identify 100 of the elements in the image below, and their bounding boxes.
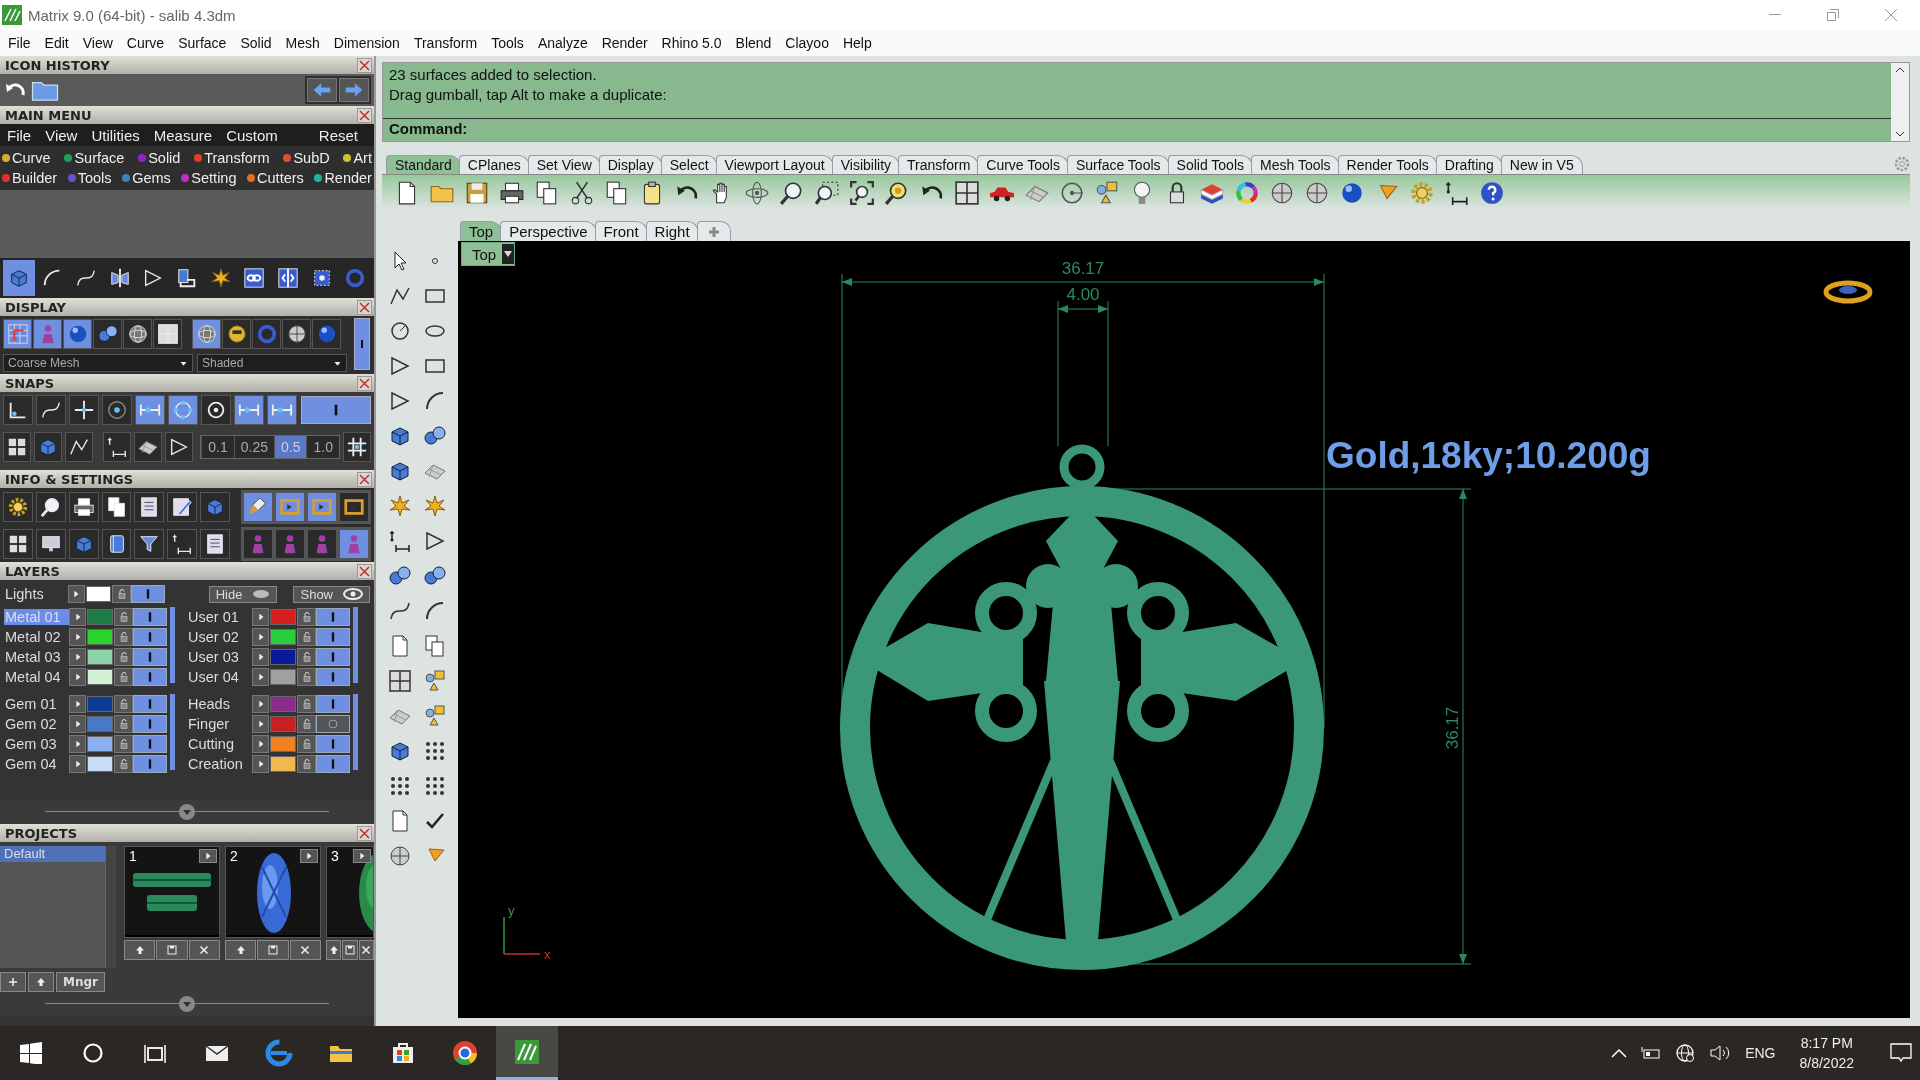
display-mode-dropdown[interactable]: Shaded bbox=[197, 354, 347, 372]
menu-item[interactable]: Utilities bbox=[84, 126, 147, 144]
category-item[interactable]: Cutters bbox=[247, 170, 304, 186]
toolbar-tab[interactable]: Surface Tools bbox=[1067, 155, 1170, 174]
layer-name[interactable]: User 04 bbox=[187, 669, 252, 685]
category-item[interactable]: Tools bbox=[67, 170, 112, 186]
toolbar-tab[interactable]: Viewport Layout bbox=[715, 155, 834, 174]
category-item[interactable]: Surface bbox=[64, 150, 125, 166]
axis-label: y bbox=[508, 903, 515, 918]
toolbar-tab[interactable]: Mesh Tools bbox=[1251, 155, 1340, 174]
mesh-dropdown[interactable]: Coarse Mesh bbox=[3, 354, 193, 372]
view-menu-button[interactable]: Top bbox=[461, 242, 516, 266]
viewport-tab[interactable]: Perspective bbox=[500, 221, 597, 241]
menu-item[interactable]: Mesh bbox=[278, 35, 327, 51]
menu-item[interactable]: Clayoo bbox=[778, 35, 836, 51]
toolbar-tab[interactable]: Transform bbox=[898, 155, 980, 174]
menu-item[interactable]: File bbox=[0, 126, 39, 144]
category-item[interactable]: Setting bbox=[181, 170, 237, 186]
toolbar-tab[interactable]: Curve Tools bbox=[977, 155, 1069, 174]
menu-item[interactable]: Tools bbox=[484, 35, 531, 51]
menu-item[interactable]: Blend bbox=[728, 35, 779, 51]
toolbar-tab[interactable]: Drafting bbox=[1435, 155, 1503, 174]
toolbar-tab[interactable]: Render Tools bbox=[1337, 155, 1438, 174]
panel-title: SNAPS bbox=[5, 375, 55, 391]
category-item[interactable]: Gems bbox=[122, 170, 171, 186]
menu-item[interactable]: File bbox=[1, 35, 38, 51]
command-history: 23 surfaces added to selection. Drag gumball, tap Alt to make a duplicate: bbox=[383, 63, 1891, 119]
layer-name[interactable]: Cutting bbox=[187, 736, 252, 752]
viewport-canvas[interactable]: 36.17 4.00 36.17 y x Top Gold,18ky;10.200g bbox=[458, 241, 1910, 1018]
layer-name[interactable]: Metal 03 bbox=[4, 649, 69, 665]
toolbar-tab[interactable]: New in V5 bbox=[1500, 155, 1583, 174]
dimension-label: 36.17 bbox=[1443, 706, 1462, 750]
step-option[interactable]: 1.0 bbox=[306, 436, 339, 458]
panel-title: ICON HISTORY bbox=[5, 57, 110, 73]
layer-name[interactable]: User 02 bbox=[187, 629, 252, 645]
category-item[interactable]: Builder bbox=[2, 170, 58, 186]
annotation-text: Gold,18ky;10.200g bbox=[1326, 435, 1651, 477]
viewport-tab[interactable]: Right bbox=[645, 221, 699, 241]
toolbar-tab[interactable]: Display bbox=[598, 155, 663, 174]
menu-item[interactable]: Rhino 5.0 bbox=[654, 35, 729, 51]
viewport-tab[interactable]: Top bbox=[460, 221, 503, 241]
toolbar-tab[interactable]: Visibility bbox=[831, 155, 901, 174]
layer-name[interactable]: User 03 bbox=[187, 649, 252, 665]
layer-name[interactable]: Heads bbox=[187, 696, 252, 712]
menu-item[interactable]: View bbox=[75, 35, 120, 51]
toolbar-tab[interactable]: Select bbox=[660, 155, 718, 174]
layer-name[interactable]: Creation bbox=[187, 756, 252, 772]
category-item[interactable]: Solid bbox=[138, 150, 181, 166]
menu-item[interactable]: Surface bbox=[171, 35, 234, 51]
category-item[interactable]: Transform bbox=[194, 150, 270, 166]
panel-title: MAIN MENU bbox=[5, 107, 92, 123]
thumbnail-number: 1 bbox=[129, 848, 137, 864]
toolbar-tab[interactable]: CPlanes bbox=[458, 155, 530, 174]
panel-title: PROJECTS bbox=[5, 825, 78, 841]
layer-name[interactable]: Gem 03 bbox=[4, 736, 69, 752]
layer-name[interactable]: Gem 01 bbox=[4, 696, 69, 712]
layer-name[interactable]: Gem 02 bbox=[4, 716, 69, 732]
menu-item[interactable]: Reset bbox=[311, 126, 374, 144]
clock[interactable]: 8:17 PM 8/8/2022 bbox=[1799, 1033, 1854, 1073]
menu-item[interactable]: Help bbox=[835, 35, 879, 51]
command-prompt[interactable]: Command: bbox=[383, 119, 1891, 138]
menu-item[interactable]: Custom bbox=[219, 126, 285, 144]
category-item[interactable]: Art bbox=[343, 150, 372, 166]
category-item[interactable]: SubD bbox=[283, 150, 330, 166]
dimension-label: 36.17 bbox=[1061, 259, 1105, 278]
category-item[interactable]: Curve bbox=[2, 150, 51, 166]
panel-title: LAYERS bbox=[5, 563, 60, 579]
toolbar-tab[interactable]: Standard bbox=[386, 155, 461, 174]
menu-item[interactable]: Measure bbox=[146, 126, 220, 144]
window-title: Matrix 9.0 (64-bit) - salib 4.3dm bbox=[28, 6, 237, 24]
layer-name[interactable]: Lights bbox=[4, 586, 69, 602]
category-item[interactable]: Render bbox=[314, 170, 372, 186]
step-option[interactable]: 0.1 bbox=[201, 436, 234, 458]
menu-item[interactable]: Curve bbox=[119, 35, 172, 51]
layer-name[interactable]: User 01 bbox=[187, 609, 252, 625]
menu-item[interactable]: Render bbox=[594, 35, 655, 51]
panel-title: INFO & SETTINGS bbox=[5, 471, 134, 487]
panel-title: DISPLAY bbox=[5, 299, 67, 315]
dimension-label: 4.00 bbox=[1066, 285, 1100, 304]
menu-item[interactable]: Transform bbox=[406, 35, 485, 51]
project-item[interactable]: Default bbox=[0, 846, 105, 862]
menu-item[interactable]: Solid bbox=[233, 35, 279, 51]
language-indicator[interactable]: ENG bbox=[1745, 1045, 1776, 1061]
viewport-tab[interactable]: Front bbox=[594, 221, 648, 241]
layer-name[interactable]: Finger bbox=[187, 716, 252, 732]
menu-item[interactable]: Edit bbox=[37, 35, 76, 51]
hide-button[interactable]: Hide bbox=[208, 585, 278, 603]
thumbnail-number: 2 bbox=[230, 848, 238, 864]
menu-item[interactable]: Analyze bbox=[530, 35, 595, 51]
layer-name[interactable]: Metal 04 bbox=[4, 669, 69, 685]
toolbar-tab[interactable]: Set View bbox=[527, 155, 601, 174]
layer-name[interactable]: Metal 02 bbox=[4, 629, 69, 645]
toolbar-tab[interactable]: Solid Tools bbox=[1167, 155, 1253, 174]
thumbnail-number: 3 bbox=[331, 848, 339, 864]
menu-item[interactable]: View bbox=[38, 126, 85, 144]
manager-button[interactable]: Mngr bbox=[56, 972, 105, 992]
layer-name[interactable]: Gem 04 bbox=[4, 756, 69, 772]
menu-item[interactable]: Dimension bbox=[326, 35, 407, 51]
axis-label: x bbox=[544, 947, 551, 962]
show-button[interactable]: Show bbox=[293, 585, 370, 603]
